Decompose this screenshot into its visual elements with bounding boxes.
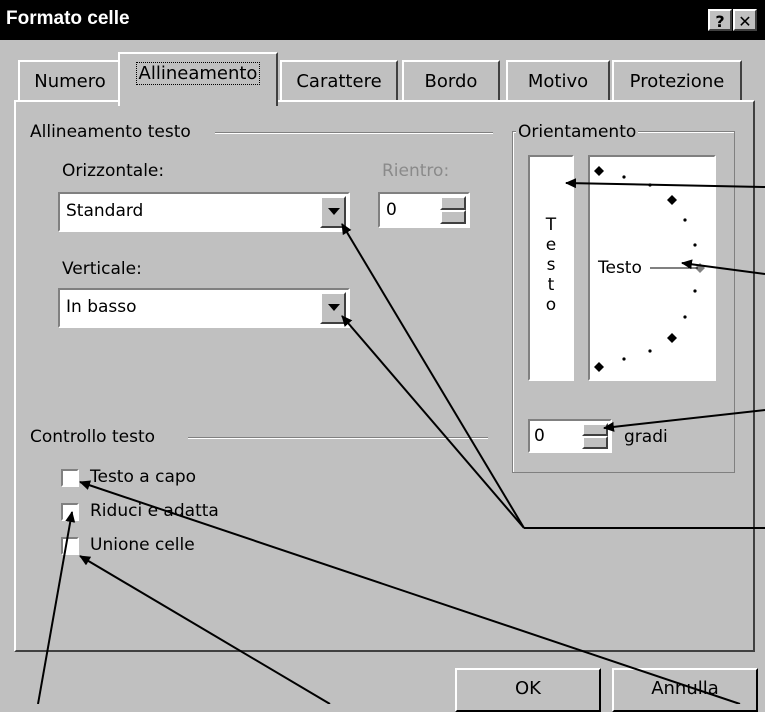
shrink-to-fit-checkbox[interactable]: [61, 503, 79, 521]
vertical-char: T: [545, 215, 557, 235]
tab-label: Allineamento: [135, 62, 261, 85]
tab-numero[interactable]: Numero: [18, 60, 122, 102]
text-control-group-label: Controllo testo: [30, 427, 156, 447]
vertical-char: o: [545, 295, 557, 315]
merge-cells-checkbox[interactable]: [61, 537, 79, 555]
wrap-text-checkbox[interactable]: [61, 469, 79, 487]
horizontal-label: Orizzontale:: [62, 161, 165, 181]
indent-value: 0: [386, 200, 397, 220]
vertical-label: Verticale:: [62, 259, 142, 279]
chevron-down-icon[interactable]: [320, 292, 346, 324]
diamond-marker: [667, 333, 677, 343]
spin-buttons[interactable]: [440, 196, 466, 224]
indent-spinner[interactable]: 0: [378, 192, 470, 228]
diamond-marker: [594, 362, 604, 372]
indent-label: Rientro:: [382, 161, 450, 181]
ok-button[interactable]: OK: [455, 668, 601, 712]
group-divider: [215, 132, 493, 134]
vertical-char: t: [547, 275, 555, 295]
vertical-text: T e s t o: [530, 215, 572, 315]
diamond-marker: [667, 195, 677, 205]
vertical-char: s: [546, 255, 556, 275]
tab-label: Numero: [34, 71, 106, 92]
spin-buttons[interactable]: [582, 423, 608, 449]
tab-carattere[interactable]: Carattere: [280, 60, 398, 102]
alignment-group-label: Allineamento testo: [30, 122, 191, 142]
group-divider: [188, 437, 488, 439]
tab-label: Bordo: [424, 71, 478, 92]
wrap-text-label: Testo a capo: [90, 467, 197, 487]
diamond-marker: [594, 166, 604, 176]
dial-text: Testo: [598, 258, 642, 278]
horizontal-select[interactable]: Standard: [58, 192, 350, 232]
title-bar: Formato celle ? ✕: [0, 0, 765, 40]
vertical-char: e: [545, 235, 557, 255]
window-title: Formato celle: [6, 8, 130, 29]
shrink-to-fit-label: Riduci e adatta: [90, 501, 219, 521]
help-button[interactable]: ?: [708, 9, 732, 31]
chevron-down-icon[interactable]: [320, 196, 346, 228]
tab-bordo[interactable]: Bordo: [402, 60, 500, 102]
tab-label: Protezione: [629, 71, 725, 92]
tab-motivo[interactable]: Motivo: [506, 60, 610, 102]
tab-label: Carattere: [296, 71, 382, 92]
vertical-value: In basso: [66, 297, 137, 317]
tab-allineamento[interactable]: Allineamento: [118, 52, 278, 106]
orientation-group-label: Orientamento: [516, 122, 639, 142]
degrees-label: gradi: [624, 427, 668, 447]
tab-protezione[interactable]: Protezione: [612, 60, 742, 102]
tab-label: Motivo: [527, 71, 589, 92]
cancel-button[interactable]: Annulla: [612, 668, 758, 712]
degrees-value: 0: [534, 426, 545, 446]
vertical-select[interactable]: In basso: [58, 288, 350, 328]
orientation-dial[interactable]: Testo: [588, 155, 716, 381]
vertical-text-box[interactable]: T e s t o: [528, 155, 574, 381]
horizontal-value: Standard: [66, 201, 144, 221]
close-button[interactable]: ✕: [733, 9, 757, 31]
merge-cells-label: Unione celle: [90, 535, 195, 555]
degrees-spinner[interactable]: 0: [528, 419, 612, 453]
